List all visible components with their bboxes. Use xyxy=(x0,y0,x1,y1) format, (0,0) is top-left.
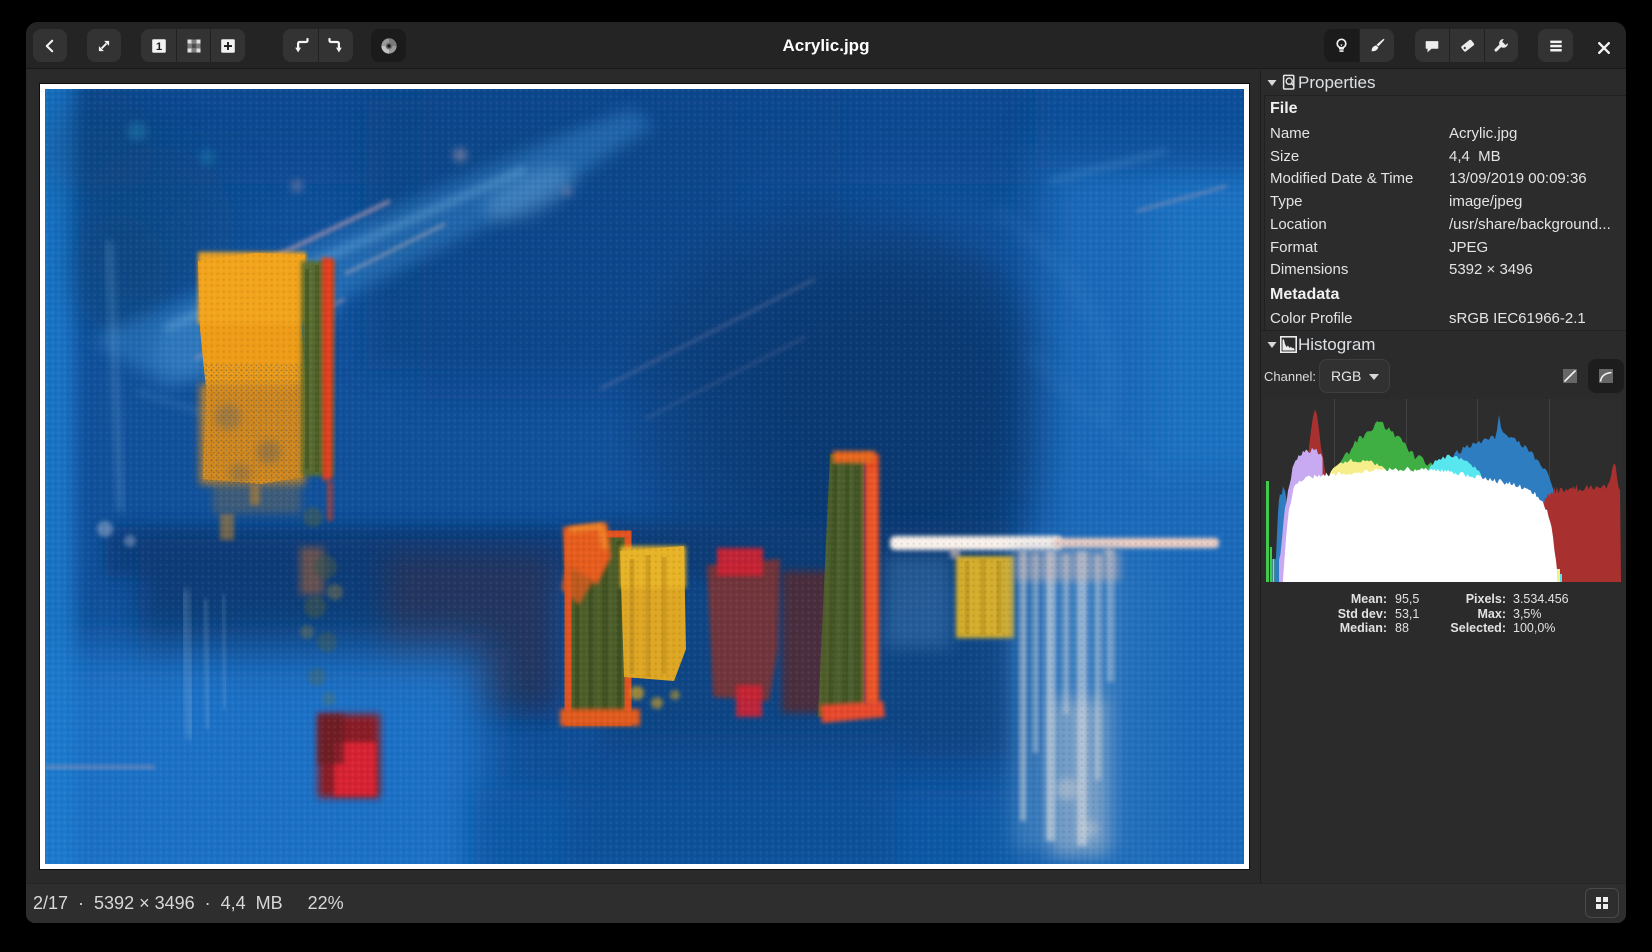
svg-text:1: 1 xyxy=(155,41,162,53)
